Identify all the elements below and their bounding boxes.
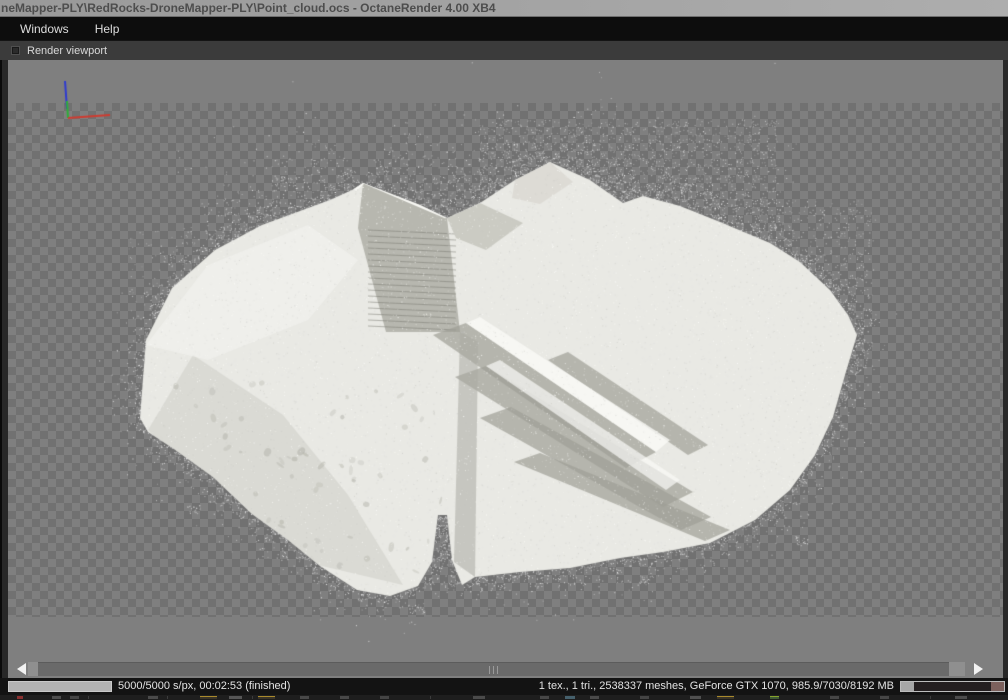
gpu-status-text: 1 tex., 1 tri., 2538337 meshes, GeForce … [538, 680, 894, 692]
toolbar-fragment [229, 696, 242, 699]
toolbar-fragment [200, 696, 217, 699]
gpu-memory-reserved-segment [990, 682, 1004, 691]
octane-render-window: neMapper-PLY\RedRocks-DroneMapper-PLY\Po… [0, 0, 1008, 700]
scrollbar-row [0, 660, 1008, 678]
toolbar-fragment [52, 696, 61, 699]
toolbar-fragment [955, 696, 967, 699]
gpu-memory-bar [900, 681, 1005, 692]
tab-render-viewport[interactable]: Render viewport [0, 41, 107, 60]
scrollbar-grip-icon [493, 665, 494, 674]
menu-windows[interactable]: Windows [14, 19, 75, 39]
toolbar-fragment [380, 696, 389, 699]
scroll-right-button[interactable] [967, 660, 989, 678]
menu-bar: Windows Help [0, 17, 1008, 40]
tab-render-viewport-label: Render viewport [27, 44, 108, 57]
toolbar-fragment [880, 696, 889, 699]
window-title: neMapper-PLY\RedRocks-DroneMapper-PLY\Po… [1, 1, 496, 15]
toolbar-fragment [540, 696, 549, 699]
render-status-text: 5000/5000 s/px, 00:02:53 (finished) [118, 680, 291, 692]
toolbar-fragment [258, 696, 275, 699]
toolbar-fragment [430, 696, 431, 699]
render-progress-bar [8, 681, 112, 692]
tab-bar: Render viewport [0, 40, 1008, 60]
toolbar-fragment [300, 696, 309, 699]
toolbar-fragment [930, 696, 931, 699]
clipped-toolbar-strip [0, 695, 1008, 700]
toolbar-fragment [770, 696, 779, 699]
scroll-left-icon [16, 663, 26, 675]
scroll-right-icon [973, 663, 983, 675]
toolbar-fragment [252, 696, 253, 699]
toolbar-fragment [70, 696, 79, 699]
menu-help[interactable]: Help [89, 19, 126, 39]
viewport-tab-icon [11, 46, 20, 55]
toolbar-fragment [17, 696, 23, 699]
horizontal-scrollbar [8, 660, 1003, 678]
toolbar-fragment [717, 696, 734, 699]
toolbar-fragment [590, 696, 599, 699]
toolbar-fragment [167, 696, 168, 699]
point-cloud-render [8, 60, 1003, 660]
render-progress-fill [9, 682, 111, 691]
toolbar-fragment [88, 696, 89, 699]
status-bar: 5000/5000 s/px, 00:02:53 (finished) 1 te… [0, 678, 1008, 695]
toolbar-fragment [340, 696, 349, 699]
toolbar-fragment [830, 696, 839, 699]
render-viewport-frame [0, 60, 1008, 660]
toolbar-fragment [565, 696, 575, 699]
scrollbar-track[interactable] [28, 662, 965, 676]
toolbar-fragment [473, 696, 485, 699]
window-titlebar[interactable]: neMapper-PLY\RedRocks-DroneMapper-PLY\Po… [0, 0, 1008, 17]
toolbar-fragment [690, 696, 701, 699]
toolbar-fragment [640, 696, 649, 699]
toolbar-fragment [148, 696, 158, 699]
render-viewport[interactable] [8, 60, 1003, 660]
gpu-memory-used-segment [901, 682, 915, 691]
scrollbar-thumb[interactable] [38, 662, 949, 676]
